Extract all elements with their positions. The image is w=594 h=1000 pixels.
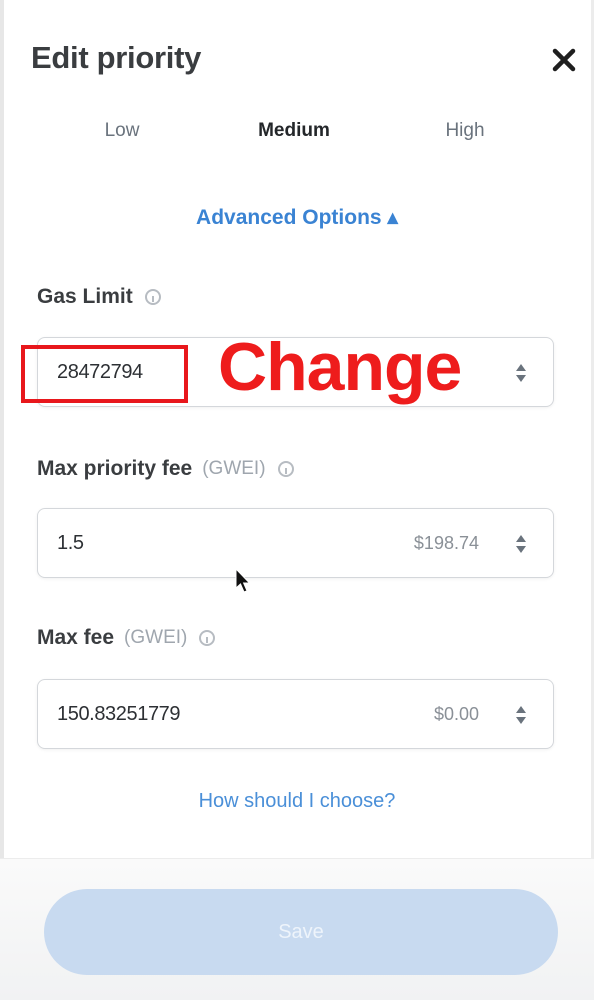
- decrement-icon[interactable]: [516, 375, 526, 382]
- how-should-i-choose-link[interactable]: How should I choose?: [0, 790, 594, 813]
- max-fee-input[interactable]: [57, 680, 357, 748]
- tab-medium[interactable]: Medium: [258, 120, 330, 142]
- increment-icon[interactable]: [516, 535, 526, 542]
- decrement-icon[interactable]: [516, 717, 526, 724]
- increment-icon[interactable]: [516, 706, 526, 713]
- max-fee-field[interactable]: $0.00: [37, 679, 554, 749]
- max-priority-fee-fiat: $198.74: [413, 533, 479, 553]
- tab-low[interactable]: Low: [105, 120, 140, 142]
- priority-tabs: Low Medium High: [0, 120, 594, 154]
- advanced-options-toggle[interactable]: Advanced Options ▴: [0, 205, 594, 230]
- max-fee-label: Max fee (GWEI): [37, 626, 216, 650]
- max-fee-label-text: Max fee: [37, 626, 115, 649]
- gas-limit-stepper[interactable]: [513, 360, 529, 386]
- gas-limit-label-text: Gas Limit: [37, 285, 133, 308]
- decrement-icon[interactable]: [516, 546, 526, 553]
- info-icon[interactable]: [277, 461, 294, 477]
- max-priority-fee-stepper[interactable]: [513, 531, 529, 557]
- max-fee-fiat: $0.00: [433, 704, 479, 724]
- save-button[interactable]: Save: [44, 889, 558, 975]
- max-priority-fee-label: Max priority fee (GWEI): [37, 457, 294, 481]
- max-fee-stepper[interactable]: [513, 702, 529, 728]
- annotation-label: Change: [218, 329, 462, 405]
- increment-icon[interactable]: [516, 364, 526, 371]
- mouse-pointer-icon: [235, 568, 251, 593]
- max-priority-fee-field[interactable]: $198.74: [37, 508, 554, 578]
- edit-priority-dialog: Edit priority Low Medium High Advanced O…: [0, 0, 594, 1000]
- gas-limit-label: Gas Limit: [37, 285, 161, 309]
- max-fee-unit: (GWEI): [124, 627, 188, 648]
- info-icon[interactable]: [199, 630, 216, 646]
- close-icon: [552, 48, 576, 72]
- close-button[interactable]: [544, 40, 584, 80]
- max-priority-fee-label-text: Max priority fee: [37, 457, 193, 480]
- max-priority-fee-input[interactable]: [57, 509, 357, 577]
- tab-high[interactable]: High: [445, 120, 484, 142]
- annotation-highlight-box: [21, 345, 188, 403]
- dialog-title: Edit priority: [31, 40, 202, 75]
- max-priority-fee-unit: (GWEI): [202, 458, 266, 479]
- info-icon[interactable]: [144, 289, 161, 305]
